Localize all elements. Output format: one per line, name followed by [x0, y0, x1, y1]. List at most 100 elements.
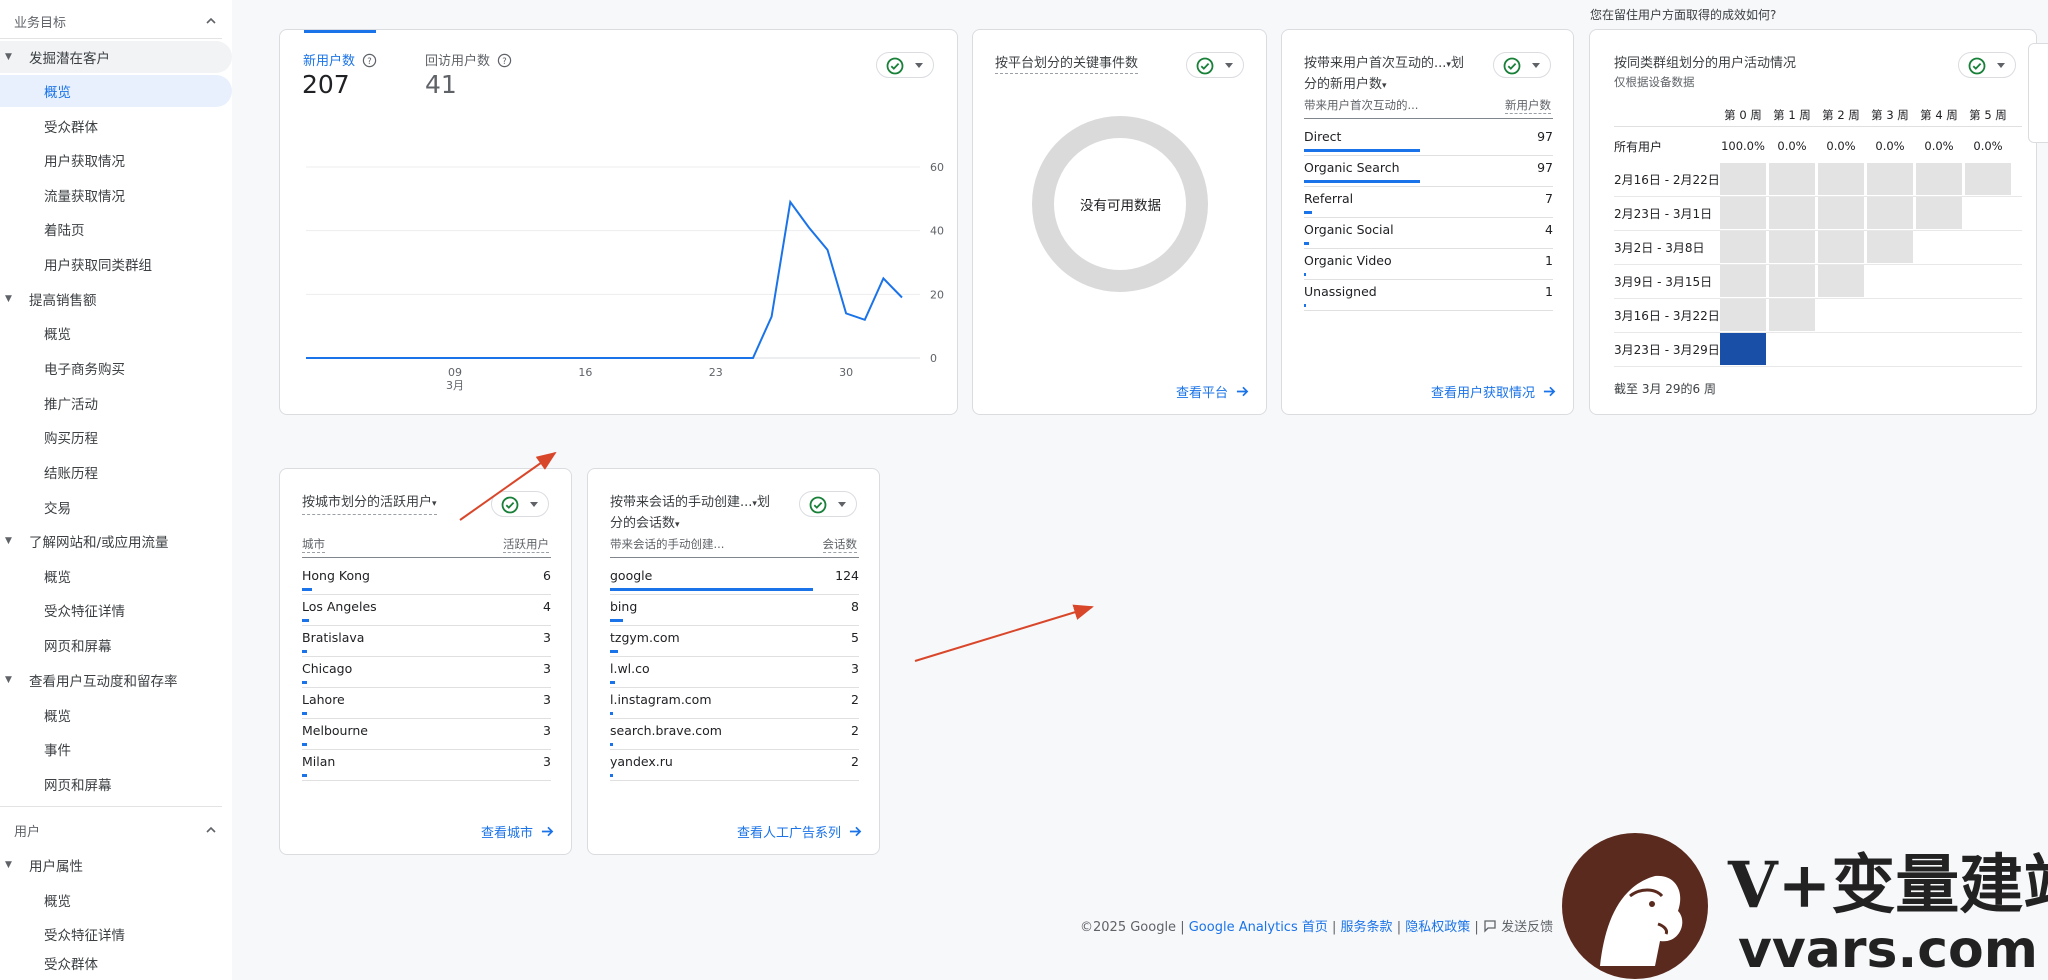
footer-link-privacy[interactable]: 隐私权政策 — [1405, 920, 1470, 935]
cohort-cell[interactable] — [1867, 231, 1913, 263]
sidebar-item-traffic-acquisition[interactable]: 流量获取情况 — [0, 179, 232, 211]
cohort-cell[interactable] — [1720, 265, 1766, 297]
sidebar-item-audiences[interactable]: 受众群体 — [0, 110, 232, 142]
view-acquisition-link[interactable]: 查看用户获取情况 — [1431, 382, 1556, 401]
table-row[interactable]: Direct 97 — [1304, 125, 1553, 156]
cohort-cell[interactable] — [1965, 163, 2011, 195]
dropdown-small-icon[interactable]: ▾ — [432, 499, 437, 509]
sidebar-item-demographics[interactable]: 受众特征详情 — [0, 918, 232, 950]
table-row[interactable]: l.instagram.com 2 — [610, 688, 859, 719]
sidebar-item-pages-screens[interactable]: 网页和屏幕 — [0, 768, 232, 800]
table-row[interactable]: Hong Kong 6 — [302, 564, 551, 595]
view-platform-link[interactable]: 查看平台 — [1176, 382, 1249, 401]
sidebar-item-ecommerce[interactable]: 电子商务购买 — [0, 352, 232, 384]
cohort-cell[interactable] — [1867, 197, 1913, 229]
help-icon[interactable]: ? — [497, 53, 512, 68]
view-campaigns-link[interactable]: 查看人工广告系列 — [737, 822, 862, 841]
table-row[interactable]: bing 8 — [610, 595, 859, 626]
sidebar-group-leads[interactable]: ▼ 发掘潜在客户 — [0, 41, 232, 73]
cohort-cell[interactable] — [1818, 265, 1864, 297]
chevron-up-icon[interactable] — [204, 823, 218, 837]
help-icon[interactable]: ? — [362, 53, 377, 68]
card-options-button[interactable] — [491, 491, 549, 517]
sidebar-group-traffic[interactable]: ▼ 了解网站和/或应用流量 — [0, 525, 232, 557]
svg-text:?: ? — [502, 56, 506, 66]
section-header-business-goals[interactable]: 业务目标 — [0, 5, 232, 37]
card-options-button[interactable] — [1958, 52, 2016, 78]
cohort-cell[interactable] — [1769, 231, 1815, 263]
table-row[interactable]: Organic Social 4 — [1304, 218, 1553, 249]
sidebar-item-landing-page[interactable]: 着陆页 — [0, 213, 232, 245]
item-label: 购买历程 — [44, 431, 98, 447]
table-row[interactable]: Milan 3 — [302, 750, 551, 781]
cohort-cell[interactable] — [1867, 163, 1913, 195]
item-label: 用户获取情况 — [44, 154, 125, 170]
sidebar-item-transactions[interactable]: 交易 — [0, 491, 232, 523]
sidebar-item-promotions[interactable]: 推广活动 — [0, 387, 232, 419]
cohort-cell[interactable] — [1769, 265, 1815, 297]
cohort-week-header: 第 5 周 — [1969, 108, 2007, 122]
cohort-cell[interactable] — [1916, 163, 1962, 195]
card-options-button[interactable] — [1186, 52, 1244, 78]
sidebar-item-purchase-journey[interactable]: 购买历程 — [0, 421, 232, 453]
cohort-cell[interactable] — [1818, 197, 1864, 229]
table-row[interactable]: Organic Video 1 — [1304, 249, 1553, 280]
cohort-pct: 0.0% — [1777, 139, 1807, 153]
sidebar-item-user-acquisition[interactable]: 用户获取情况 — [0, 144, 232, 176]
sidebar-item-acquisition-cohort[interactable]: 用户获取同类群组 — [0, 248, 232, 280]
card-options-button[interactable] — [876, 52, 934, 78]
table-row[interactable]: Organic Search 97 — [1304, 156, 1553, 187]
footer-link-terms[interactable]: 服务条款 — [1341, 920, 1393, 935]
cohort-cell[interactable] — [1769, 299, 1815, 331]
sidebar-item-pages-screens[interactable]: 网页和屏幕 — [0, 629, 232, 661]
section-header-user[interactable]: 用户 — [0, 814, 232, 846]
table-row[interactable]: Lahore 3 — [302, 688, 551, 719]
card-options-button[interactable] — [1493, 52, 1551, 78]
tab-new-users[interactable]: 新用户数 ? — [303, 50, 377, 69]
table-row[interactable]: Melbourne 3 — [302, 719, 551, 750]
cohort-row-label: 2月16日 - 2月22日 — [1614, 173, 1720, 187]
table-row[interactable]: Los Angeles 4 — [302, 595, 551, 626]
table-row[interactable]: yandex.ru 2 — [610, 750, 859, 781]
sidebar-group-engagement[interactable]: ▼ 查看用户互动度和留存率 — [0, 664, 232, 696]
feedback-button[interactable]: 发送反馈 — [1483, 920, 1553, 935]
chevron-up-icon[interactable] — [204, 14, 218, 28]
card-options-button[interactable] — [799, 491, 857, 517]
cohort-cell[interactable] — [1769, 197, 1815, 229]
table-row[interactable]: Bratislava 3 — [302, 626, 551, 657]
cohort-cell[interactable] — [1818, 231, 1864, 263]
table-row[interactable]: Chicago 3 — [302, 657, 551, 688]
sidebar-item-demographics[interactable]: 受众特征详情 — [0, 594, 232, 626]
sidebar-item-overview[interactable]: 概览 — [0, 884, 232, 916]
table-row[interactable]: google 124 — [610, 564, 859, 595]
cohort-cell[interactable] — [1720, 299, 1766, 331]
cohort-cell[interactable] — [1769, 163, 1815, 195]
header-divider — [302, 557, 551, 558]
footer-link-home[interactable]: Google Analytics 首页 — [1189, 920, 1328, 935]
view-city-link[interactable]: 查看城市 — [481, 822, 554, 841]
cohort-cell[interactable] — [1818, 163, 1864, 195]
dropdown-small-icon[interactable]: ▾ — [1382, 81, 1387, 91]
cohort-cell[interactable] — [1720, 197, 1766, 229]
cohort-cell[interactable] — [1720, 163, 1766, 195]
dropdown-small-icon[interactable]: ▾ — [675, 520, 680, 530]
sidebar-item-overview[interactable]: 概览 — [0, 75, 232, 107]
table-row[interactable]: Referral 7 — [1304, 187, 1553, 218]
cohort-cell[interactable] — [1916, 197, 1962, 229]
sidebar-item-checkout-journey[interactable]: 结账历程 — [0, 456, 232, 488]
sidebar-item-events[interactable]: 事件 — [0, 733, 232, 765]
sidebar-item-overview[interactable]: 概览 — [0, 699, 232, 731]
sidebar-item-overview[interactable]: 概览 — [0, 317, 232, 349]
cohort-cell[interactable] — [1720, 231, 1766, 263]
sidebar-item-audiences[interactable]: 受众群体 — [0, 953, 232, 973]
side-panel-edge[interactable] — [2028, 43, 2048, 143]
table-row[interactable]: Unassigned 1 — [1304, 280, 1553, 311]
table-row[interactable]: search.brave.com 2 — [610, 719, 859, 750]
table-row[interactable]: tzgym.com 5 — [610, 626, 859, 657]
sidebar-group-user-attributes[interactable]: ▼ 用户属性 — [0, 849, 232, 881]
table-row[interactable]: l.wl.co 3 — [610, 657, 859, 688]
tab-returning-users[interactable]: 回访用户数 ? — [425, 50, 512, 69]
cohort-cell[interactable] — [1720, 333, 1766, 365]
sidebar-item-overview[interactable]: 概览 — [0, 560, 232, 592]
sidebar-group-sales[interactable]: ▼ 提高销售额 — [0, 283, 232, 315]
